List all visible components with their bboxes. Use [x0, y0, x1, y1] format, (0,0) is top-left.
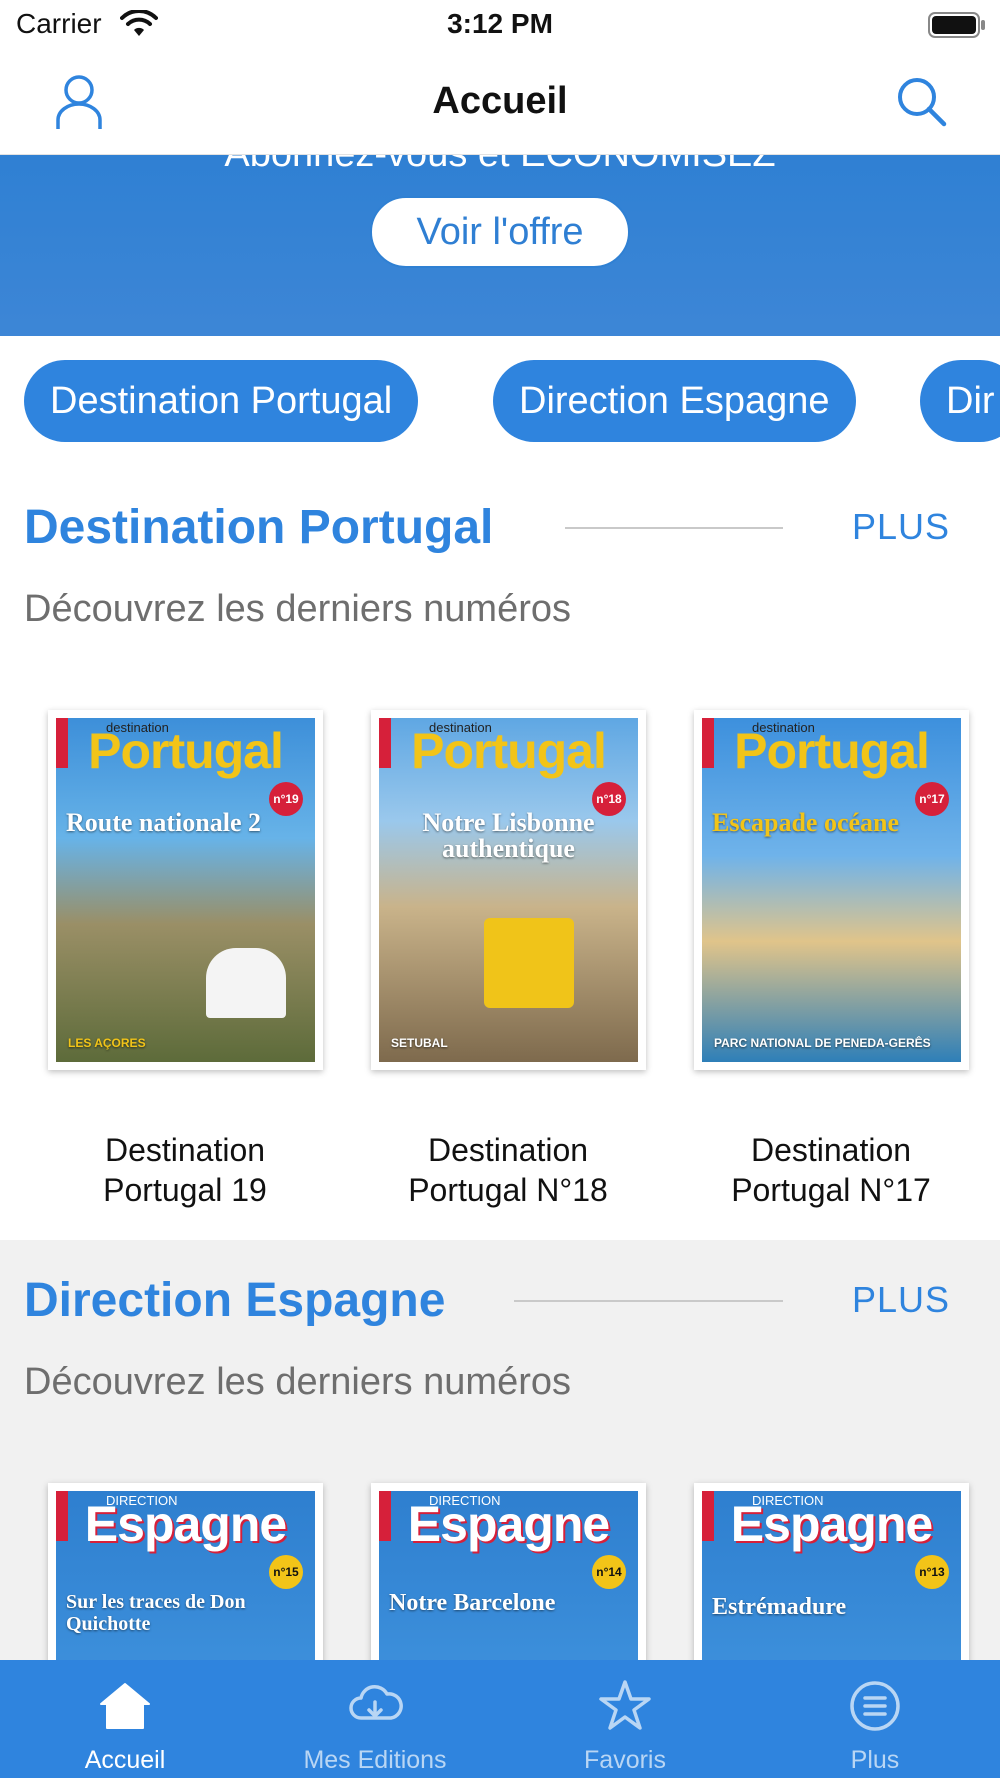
cloud-download-icon — [349, 1685, 403, 1720]
tab-more[interactable]: Plus — [750, 1660, 1000, 1778]
page-title: Accueil — [432, 80, 568, 122]
section-title: Direction Espagne — [24, 1274, 446, 1327]
cover-kicker: PARC NATIONAL DE PENEDA-GERÊS — [714, 1036, 931, 1050]
section-divider — [514, 1300, 783, 1302]
cover-masthead: Espagne — [84, 1496, 287, 1552]
chip-direction-espagne[interactable]: Direction Espagne — [493, 360, 856, 442]
cover-headline: Route nationale 2 — [66, 808, 261, 837]
cover-headline: Sur les traces de Don Quichotte — [66, 1591, 246, 1635]
magazine-cover[interactable]: destination Portugal n°18 Notre Lisbonne… — [371, 710, 646, 1070]
clock: 3:12 PM — [447, 8, 553, 39]
cover-headline: Estrémadure — [712, 1594, 847, 1620]
navigation-bar: Accueil — [0, 50, 1000, 155]
tram-image — [484, 918, 574, 1008]
caption-line: Destination — [750, 1132, 912, 1168]
section-more-link[interactable]: PLUS — [852, 506, 950, 548]
chip-more[interactable]: Dir — [920, 360, 1000, 442]
promo-banner: Abonnez-vous et ÉCONOMISEZ Voir l'offre — [0, 155, 1000, 336]
tab-label: Accueil — [84, 1746, 166, 1774]
section-direction-espagne: Direction Espagne PLUS Découvrez les der… — [0, 1273, 1000, 1663]
caption-line: Portugal N°18 — [408, 1172, 608, 1208]
section-divider — [565, 527, 783, 529]
chip-destination-portugal[interactable]: Destination Portugal — [24, 360, 419, 442]
issue-badge: n°14 — [592, 1555, 626, 1589]
cover-caption[interactable]: Destination Portugal 19 — [35, 1130, 335, 1210]
home-icon — [100, 1683, 150, 1729]
section-more-link[interactable]: PLUS — [852, 1279, 950, 1321]
status-bar: Carrier 3:12 PM — [0, 0, 1000, 50]
section-destination-portugal: Destination Portugal PLUS Découvrez les … — [0, 500, 1000, 1240]
search-icon[interactable] — [896, 76, 948, 128]
category-chips: Destination Portugal Direction Espagne D… — [0, 360, 1000, 444]
tab-my-editions[interactable]: Mes Editions — [250, 1660, 500, 1778]
tab-favorites[interactable]: Favoris — [500, 1660, 750, 1778]
star-icon — [599, 1680, 651, 1730]
issue-badge: n°13 — [915, 1555, 949, 1589]
tab-label: Mes Editions — [303, 1746, 447, 1774]
magazine-cover[interactable]: destination Portugal n°19 Route national… — [48, 710, 323, 1070]
battery-icon — [928, 12, 985, 38]
promo-text: Abonnez-vous et ÉCONOMISEZ — [0, 155, 1000, 176]
magazine-cover[interactable]: DIRECTION Espagne n°14 Notre Barcelone — [371, 1483, 646, 1663]
cover-masthead: Espagne — [730, 1496, 933, 1552]
cover-masthead: Portugal — [734, 723, 930, 779]
tab-label: Plus — [850, 1746, 900, 1774]
view-offer-button[interactable]: Voir l'offre — [370, 196, 630, 268]
cover-caption[interactable]: Destination Portugal N°18 — [358, 1130, 658, 1210]
caption-line: Destination — [427, 1132, 589, 1168]
cover-kicker: SETUBAL — [391, 1036, 448, 1050]
cover-masthead: Portugal — [411, 723, 607, 779]
cover-masthead: Espagne — [407, 1496, 610, 1552]
caption-line: Portugal N°17 — [731, 1172, 931, 1208]
issue-badge: n°15 — [269, 1555, 303, 1589]
caption-line: Destination — [104, 1132, 266, 1168]
menu-circle-icon — [850, 1681, 900, 1731]
cover-headline: Notre Lisbonne authentique — [422, 808, 595, 863]
milestone-image — [206, 948, 286, 1018]
section-title: Destination Portugal — [24, 501, 494, 554]
cover-caption[interactable]: Destination Portugal N°17 — [681, 1130, 981, 1210]
magazine-cover[interactable]: destination Portugal n°17 Escapade océan… — [694, 710, 969, 1070]
tab-label: Favoris — [584, 1746, 666, 1774]
cover-kicker: LES AÇORES — [68, 1036, 146, 1050]
cover-masthead: Portugal — [88, 723, 284, 779]
tab-home[interactable]: Accueil — [0, 1660, 250, 1778]
caption-line: Portugal 19 — [103, 1172, 267, 1208]
tab-bar: Accueil Mes Editions Favoris Plus — [0, 1660, 1000, 1778]
magazine-cover[interactable]: DIRECTION Espagne n°13 Estrémadure — [694, 1483, 969, 1663]
section-subtitle: Découvrez les derniers numéros — [24, 1361, 572, 1403]
section-subtitle: Découvrez les derniers numéros — [24, 588, 572, 630]
cover-headline: Escapade océane — [712, 808, 900, 837]
cover-headline: Notre Barcelone — [389, 1590, 556, 1616]
magazine-cover[interactable]: DIRECTION Espagne n°15 Sur les traces de… — [48, 1483, 323, 1663]
